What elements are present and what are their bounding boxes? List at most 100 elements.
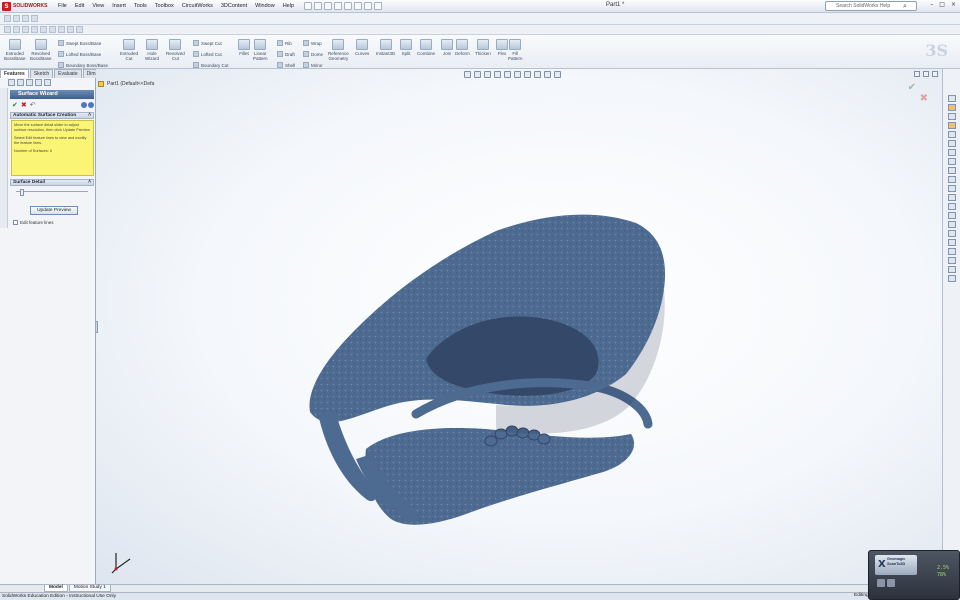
cmd-dome[interactable]: Dome [303,51,323,57]
automatic-surface-creation-group[interactable]: Automatic Surface Creation ˄ [10,112,94,119]
file-explorer-icon[interactable] [947,113,956,120]
cmd-hole-wizard[interactable]: Hole Wizard [145,39,159,61]
solidworks-resources-icon[interactable] [947,95,956,102]
collapse-icon[interactable]: ˄ [88,180,91,185]
options-icon[interactable] [374,2,383,10]
menu-3dcontent[interactable]: 3DContent [217,3,251,9]
menu-help[interactable]: Help [279,3,298,9]
tool-icon-1[interactable] [4,15,11,22]
toolbar-icon-3[interactable] [947,176,956,183]
cmd-boundary-boss-base[interactable]: Boundary Boss/Base [58,62,108,68]
close-view-icon[interactable] [932,71,938,77]
menu-window[interactable]: Window [251,3,279,9]
tab-evaluate[interactable]: Evaluate [54,69,82,78]
cmd-flex[interactable]: Flex [496,39,508,56]
new-document-icon[interactable] [304,2,313,10]
cmd-mirror[interactable]: Mirror [303,62,323,68]
toolbar-icon-10[interactable] [947,239,956,246]
custom-properties-icon[interactable] [947,140,956,147]
toolbar-icon-13[interactable] [947,266,956,273]
cmd-rib[interactable]: Rib [277,40,292,46]
undo-icon[interactable] [344,2,353,10]
rebuild-icon[interactable] [364,2,373,10]
line-icon[interactable] [13,26,20,33]
overlay-icon-2[interactable] [887,579,895,587]
property-manager-icon[interactable] [17,79,24,86]
menu-circuitworks[interactable]: CircuitWorks [178,3,217,9]
app-logo[interactable]: S SOLIDWORKS [2,1,48,12]
cmd-deform[interactable]: Deform [455,39,470,56]
toolbar-icon-8[interactable] [947,221,956,228]
menu-view[interactable]: View [88,3,108,9]
undo-arrow-icon[interactable]: ↶ [30,101,36,109]
scan-to-3d-icon[interactable] [947,149,956,156]
cmd-draft[interactable]: Draft [277,51,295,57]
toolbar-icon-9[interactable] [947,230,956,237]
skull-mesh-model[interactable] [296,209,676,539]
toolbar-icon-4[interactable] [947,185,956,192]
cmd-fillet[interactable]: Fillet [238,39,250,56]
sketch-icon[interactable] [4,26,11,33]
toolbar-icon-14[interactable] [947,275,956,282]
toolbar-icon-6[interactable] [947,203,956,210]
toolbar-icon-11[interactable] [947,248,956,255]
cmd-lofted-cut[interactable]: Lofted Cut [193,51,222,57]
select-icon[interactable] [354,2,363,10]
flyout-tree[interactable]: Part1 (Default<<Defa [98,81,154,87]
collapse-icon[interactable]: ˄ [88,113,91,118]
edit-appearance-icon[interactable] [534,71,541,78]
checkbox-box[interactable] [13,220,18,225]
menu-tools[interactable]: Tools [130,3,151,9]
circle-icon[interactable] [31,26,38,33]
tool-icon-2[interactable] [13,15,20,22]
tool-icon-3[interactable] [22,15,29,22]
toolbar-icon-5[interactable] [947,194,956,201]
print-icon[interactable] [334,2,343,10]
cmd-boundary-cut[interactable]: Boundary Cut [193,62,229,68]
menu-toolbox[interactable]: Toolbox [151,3,178,9]
menu-file[interactable]: File [54,3,71,9]
split-view-icon[interactable] [914,71,920,77]
view-orientation-icon[interactable] [504,71,511,78]
cmd-combine[interactable]: Combine [417,39,435,56]
feature-tree-icon[interactable] [8,79,15,86]
cmd-swept-boss-base[interactable]: Swept Boss/Base [58,40,101,46]
cmd-extruded-cut[interactable]: Extruded Cut [120,39,138,61]
relations-icon[interactable] [67,26,74,33]
model-tab-motion-study-1[interactable]: Motion Study 1 [68,585,111,592]
hide-show-icon[interactable] [524,71,531,78]
cmd-extruded-boss/base[interactable]: Extruded Boss/Base [4,39,26,61]
display-manager-icon[interactable] [44,79,51,86]
back-icon[interactable] [81,102,87,108]
cmd-shell[interactable]: Shell [277,62,295,68]
view-palette-icon[interactable] [947,122,956,129]
scanto3d-widget[interactable]: X Geomagic ScanTo3D 2.5% 78% [868,550,960,600]
zoom-to-fit-icon[interactable] [464,71,471,78]
cmd-swept-cut[interactable]: Swept Cut [193,40,222,46]
tool-icon-4[interactable] [31,15,38,22]
pin-icon[interactable] [76,26,83,33]
toolbar-icon-7[interactable] [947,212,956,219]
arc-icon[interactable] [40,26,47,33]
apply-scene-icon[interactable] [544,71,551,78]
cmd-thicken[interactable]: Thicken [475,39,491,56]
tab-sketch[interactable]: Sketch [29,69,54,78]
section-view-icon[interactable] [494,71,501,78]
confirmation-ok-icon[interactable]: ✔ [908,82,916,93]
configuration-icon[interactable] [26,79,33,86]
surface-detail-slider[interactable] [16,189,88,196]
slider-thumb[interactable] [19,189,24,196]
previous-view-icon[interactable] [484,71,491,78]
dimxpert-icon[interactable] [35,79,42,86]
display-style-icon[interactable] [514,71,521,78]
cmd-revolved-boss/base[interactable]: Revolved Boss/Base [30,39,52,61]
surface-detail-group[interactable]: Surface Detail ˄ [10,179,94,186]
graphics-area[interactable]: Part1 (Default<<Defa ✔ ✖ [96,69,942,584]
cmd-split[interactable]: Split [400,39,412,56]
restore-icon[interactable]: □ [939,1,945,8]
cmd-reference-geometry[interactable]: Reference Geometry [328,39,349,61]
cmd-wrap[interactable]: Wrap [303,40,322,46]
confirmation-cancel-icon[interactable]: ✖ [920,93,928,104]
cmd-fill-pattern[interactable]: Fill Pattern [508,39,523,61]
zoom-area-icon[interactable] [474,71,481,78]
